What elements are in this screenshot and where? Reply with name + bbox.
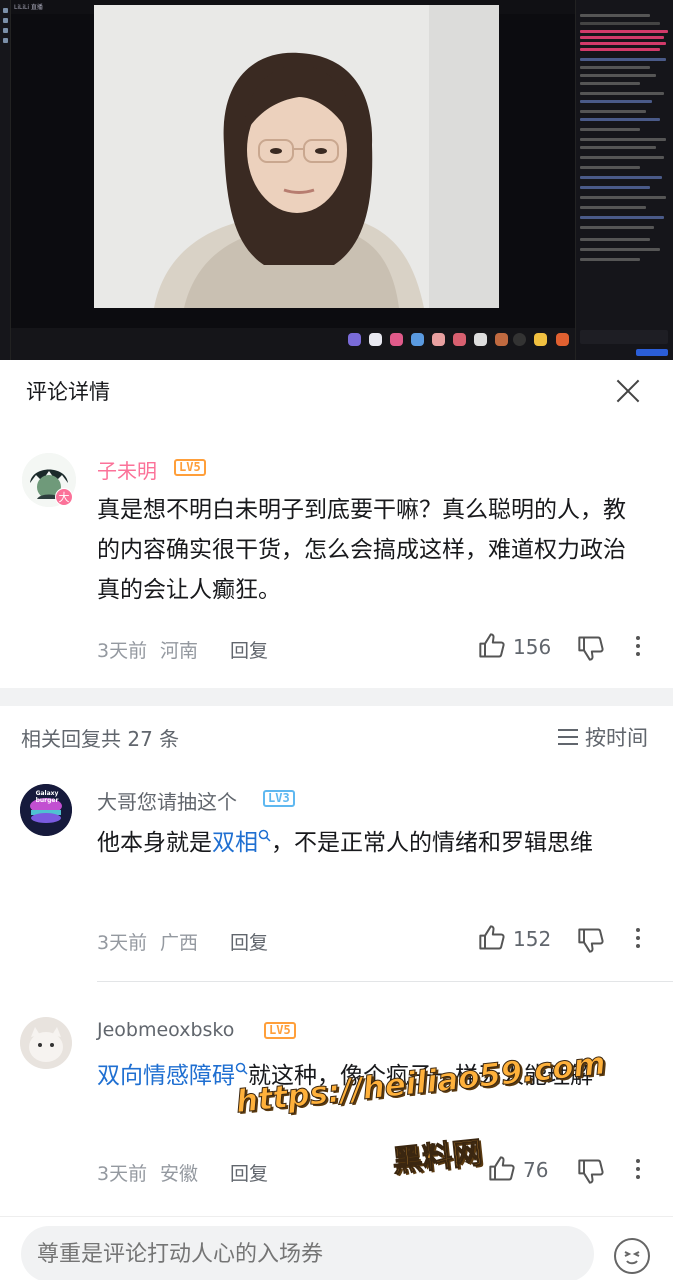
stream-video bbox=[94, 5, 499, 308]
reply-button[interactable]: 回复 bbox=[230, 928, 268, 955]
thumbs-down-icon[interactable] bbox=[577, 634, 605, 662]
reply-text: 他本身就是双相 ，不是正常人的情绪和罗辑思维 bbox=[97, 829, 593, 856]
reply-time: 3天前 bbox=[97, 932, 148, 954]
gift-icon[interactable] bbox=[453, 333, 466, 346]
avatar-badge: 大 bbox=[55, 488, 73, 506]
comment-location: 河南 bbox=[160, 640, 199, 662]
thumbs-down-icon[interactable] bbox=[577, 926, 605, 954]
watermark-name: 黑料网 bbox=[390, 1135, 484, 1180]
panel-header: 评论详情 bbox=[0, 360, 673, 422]
reply-location: 安徽 bbox=[160, 1163, 199, 1185]
chat-input[interactable] bbox=[580, 330, 668, 344]
stream-brand: LiLiLi 直播 bbox=[14, 4, 43, 11]
stream-sidebar bbox=[0, 0, 11, 360]
username[interactable]: 大哥您请抽这个 bbox=[97, 786, 237, 815]
thumbs-up-icon[interactable] bbox=[488, 1155, 516, 1183]
gift-icon[interactable] bbox=[369, 333, 382, 346]
like-count: 76 bbox=[523, 1158, 549, 1182]
more-options-icon[interactable] bbox=[635, 926, 641, 950]
level-badge: LV5 bbox=[264, 1022, 296, 1039]
username[interactable]: 子未明 bbox=[97, 455, 157, 484]
sort-icon bbox=[558, 729, 578, 745]
comment-text: 真是想不明白未明子到底要干嘛？真么聪明的人，教的内容确实很干货，怎么会搞成这样，… bbox=[97, 497, 626, 603]
thumbs-up-icon[interactable] bbox=[478, 924, 506, 952]
gift-icon[interactable] bbox=[474, 333, 487, 346]
reply-button[interactable]: 回复 bbox=[230, 636, 268, 663]
username[interactable]: Jeobmeoxbsko bbox=[97, 1019, 234, 1041]
replies-count: 相关回复共 27 条 bbox=[21, 727, 180, 751]
gift-icon[interactable] bbox=[432, 333, 445, 346]
like-count: 152 bbox=[513, 927, 552, 951]
page-title: 评论详情 bbox=[26, 380, 110, 404]
comment-input[interactable] bbox=[21, 1226, 594, 1280]
sort-button[interactable]: 按时间 bbox=[557, 722, 648, 752]
emoji-icon[interactable] bbox=[614, 1238, 650, 1274]
avatar[interactable] bbox=[20, 1017, 72, 1069]
thumbs-up-icon[interactable] bbox=[478, 632, 506, 660]
search-icon bbox=[258, 829, 271, 842]
streamer-figure bbox=[154, 52, 424, 308]
battery-icon[interactable] bbox=[534, 333, 547, 346]
divider bbox=[97, 981, 673, 982]
like-count: 156 bbox=[513, 635, 552, 659]
section-separator bbox=[0, 688, 673, 706]
sort-label: 按时间 bbox=[585, 726, 648, 750]
more-options-icon[interactable] bbox=[635, 634, 641, 658]
gift-icon[interactable] bbox=[411, 333, 424, 346]
search-link[interactable]: 双向情感障碍 bbox=[97, 1062, 248, 1089]
chat-send-button[interactable] bbox=[636, 349, 668, 356]
comment-time: 3天前 bbox=[97, 640, 148, 662]
level-badge: LV5 bbox=[174, 459, 206, 476]
reply-location: 广西 bbox=[160, 932, 199, 954]
reply-button[interactable]: 回复 bbox=[230, 1159, 268, 1186]
thumbs-down-icon[interactable] bbox=[577, 1157, 605, 1185]
search-icon bbox=[235, 1062, 248, 1075]
gift-icon[interactable] bbox=[495, 333, 508, 346]
stream-screenshot: LiLiLi 直播 bbox=[0, 0, 673, 360]
level-badge: LV3 bbox=[263, 790, 295, 807]
close-icon[interactable] bbox=[611, 374, 645, 408]
chat-panel bbox=[575, 0, 673, 360]
reply-time: 3天前 bbox=[97, 1163, 148, 1185]
gift-bar bbox=[11, 328, 575, 360]
gift-icon[interactable] bbox=[348, 333, 361, 346]
fire-icon[interactable] bbox=[556, 333, 569, 346]
avatar-text: Galaxy burger bbox=[35, 790, 59, 804]
search-link[interactable]: 双相 bbox=[212, 829, 271, 856]
gift-icon[interactable] bbox=[390, 333, 403, 346]
more-options-icon[interactable] bbox=[635, 1157, 641, 1181]
more-gifts-icon[interactable] bbox=[513, 333, 526, 346]
